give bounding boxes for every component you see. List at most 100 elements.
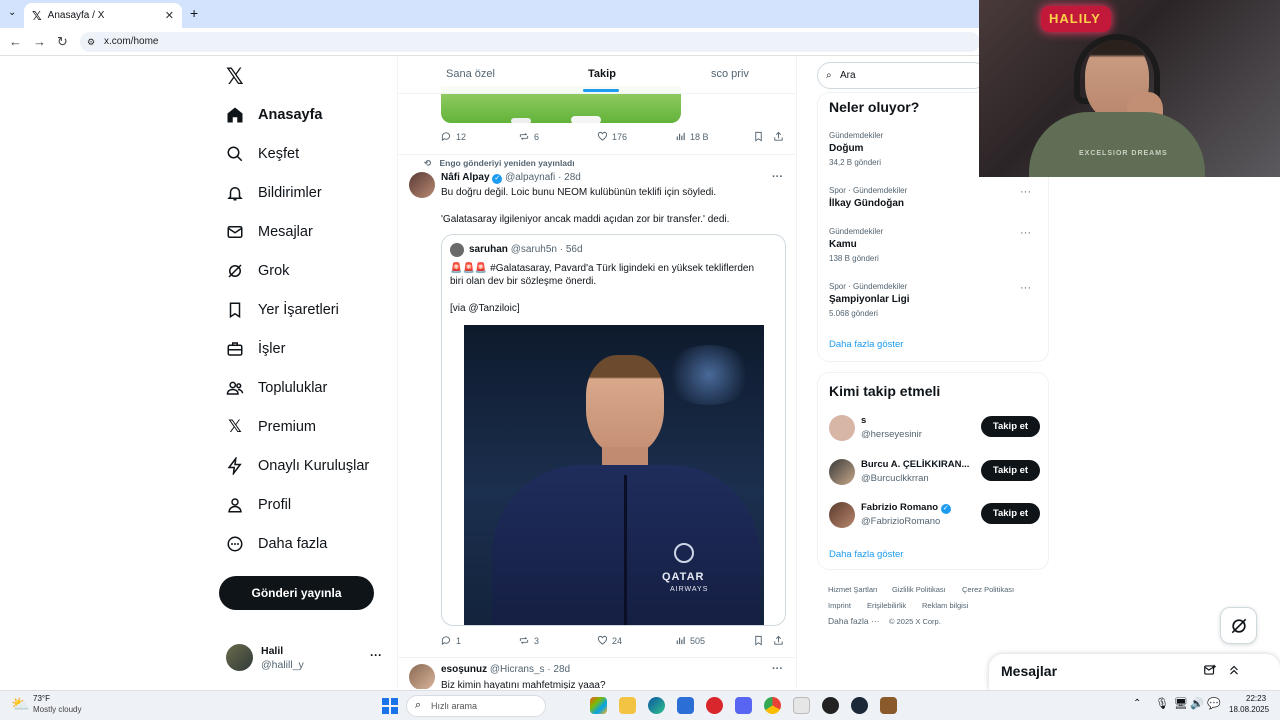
footer-link[interactable]: Imprint — [828, 601, 851, 610]
nav-item-grok[interactable]: Grok — [226, 262, 289, 280]
nav-item-notifications[interactable]: Bildirimler — [226, 184, 322, 202]
nav-item-messages[interactable]: Mesajlar — [226, 223, 313, 241]
shield-app-icon[interactable] — [793, 697, 810, 714]
follow-suggestion[interactable]: Burcu A. ÇELİKKIRAN... @Burcuclkkrran Ta… — [829, 459, 1041, 487]
browser-tab[interactable]: 𝕏 Anasayfa / X ✕ — [24, 3, 182, 28]
trend-item[interactable]: Spor · Gündemdekiler Şampiyonlar Ligi 5.… — [829, 282, 1039, 318]
views-button[interactable]: 505 — [675, 635, 705, 646]
repost-button[interactable]: 3 — [518, 635, 539, 646]
clock-time[interactable]: 22:23 — [1246, 694, 1266, 703]
search-input[interactable]: ⌕ Ara — [817, 62, 987, 89]
new-tab-icon[interactable]: + — [190, 5, 198, 21]
tab-sco-priv[interactable]: sco priv — [711, 68, 749, 80]
more-dots-icon[interactable]: ··· — [370, 648, 382, 662]
obs-icon[interactable] — [822, 697, 839, 714]
bookmark-button[interactable] — [753, 635, 764, 646]
author-handle[interactable]: @alpaynafi — [505, 172, 555, 183]
nav-item-explore[interactable]: Keşfet — [226, 145, 299, 163]
grok-floating-button[interactable] — [1220, 607, 1257, 644]
taskbar-search[interactable]: ⌕ Hızlı arama — [406, 695, 546, 717]
share-button[interactable] — [773, 635, 784, 646]
repost-note[interactable]: ⟲ Engo gönderiyi yeniden yayınladı — [424, 158, 575, 169]
microphone-icon[interactable]: 🎙 — [1155, 697, 1169, 710]
repost-button[interactable]: 6 — [518, 131, 539, 142]
nav-item-home[interactable]: Anasayfa — [226, 106, 322, 124]
follow-suggestion[interactable]: Fabrizio Romano ✓ @FabrizioRomano Takip … — [829, 502, 1041, 530]
reply-button[interactable]: 1 — [441, 635, 461, 646]
nav-item-communities[interactable]: Topluluklar — [226, 379, 327, 397]
like-button[interactable]: 176 — [597, 131, 627, 142]
footer-link[interactable]: Gizlilik Politikası — [892, 585, 946, 594]
discord-icon[interactable] — [735, 697, 752, 714]
tweet-photo[interactable]: QATAR AIRWAYS — [464, 325, 764, 625]
colorful-app-icon[interactable] — [590, 697, 607, 714]
reload-icon[interactable]: ↻ — [57, 34, 68, 50]
game-app-icon[interactable] — [880, 697, 897, 714]
trend-more-icon[interactable]: ··· — [1020, 282, 1031, 294]
tweet-more-icon[interactable]: ··· — [772, 663, 783, 675]
follow-button[interactable]: Takip et — [981, 416, 1040, 437]
nav-item-more[interactable]: Daha fazla — [226, 535, 327, 553]
views-button[interactable]: 18 B — [675, 131, 709, 142]
author-name[interactable]: Nâfi Alpay — [441, 172, 490, 183]
tweet-more-icon[interactable]: ··· — [772, 171, 783, 183]
reply-button[interactable]: 12 — [441, 131, 466, 142]
chrome-icon[interactable] — [764, 697, 781, 714]
url-field[interactable]: ⚙ x.com/home — [80, 32, 980, 52]
weather-icon[interactable]: ⛅ — [11, 695, 30, 713]
trends-show-more[interactable]: Daha fazla göster — [829, 339, 903, 350]
bookmark-button[interactable] — [753, 131, 764, 142]
nav-item-jobs[interactable]: İşler — [226, 340, 285, 358]
new-message-icon[interactable] — [1203, 663, 1217, 682]
nav-item-profile[interactable]: Profil — [226, 496, 291, 514]
tweet-time[interactable]: · 28d — [558, 172, 581, 183]
quoted-tweet[interactable]: saruhan @saruh5n · 56d 🚨🚨🚨 #Galatasaray,… — [441, 234, 786, 626]
avatar[interactable] — [409, 172, 435, 198]
trend-item[interactable]: Gündemdekiler Kamu 138 B gönderi ··· — [829, 227, 1039, 263]
like-button[interactable]: 24 — [597, 635, 622, 646]
nav-item-premium[interactable]: 𝕏 Premium — [226, 417, 316, 436]
nav-item-verified-orgs[interactable]: Onaylı Kuruluşlar — [226, 457, 369, 475]
network-icon[interactable]: 🖥 — [1174, 697, 1188, 710]
footer-link[interactable]: Erişilebilirlik — [867, 601, 906, 610]
tab-for-you[interactable]: Sana özel — [446, 68, 495, 80]
forward-icon[interactable]: → — [33, 34, 46, 49]
tweet-time[interactable]: · 28d — [547, 664, 570, 675]
author-name[interactable]: esoşunuz — [441, 664, 487, 675]
tab-following[interactable]: Takip — [588, 68, 616, 80]
messages-drawer[interactable]: Mesajlar — [989, 654, 1280, 690]
x-home-logo-icon[interactable]: 𝕏 — [226, 64, 244, 90]
trend-more-icon[interactable]: ··· — [1020, 186, 1031, 198]
footer-link[interactable]: Reklam bilgisi — [922, 601, 968, 610]
author-handle[interactable]: @Hicrans_s — [490, 664, 545, 675]
close-tab-icon[interactable]: ✕ — [165, 9, 174, 22]
post-button[interactable]: Gönderi yayınla — [219, 576, 374, 610]
account-switcher[interactable]: Halil @halill_y ··· — [226, 644, 386, 674]
site-info-icon[interactable]: ⚙ — [87, 32, 95, 52]
follow-button[interactable]: Takip et — [981, 460, 1040, 481]
volume-icon[interactable]: 🔊 — [1190, 697, 1204, 710]
footer-link[interactable]: Çerez Politikası — [962, 585, 1014, 594]
footer-link[interactable]: Hizmet Şartları — [828, 585, 878, 594]
clock-date[interactable]: 18.08.2025 — [1229, 705, 1269, 714]
follow-show-more[interactable]: Daha fazla göster — [829, 549, 903, 560]
windows-start-icon[interactable] — [382, 698, 398, 714]
media-player-icon[interactable] — [706, 697, 723, 714]
nav-item-bookmarks[interactable]: Yer İşaretleri — [226, 301, 339, 319]
footer-link[interactable]: Daha fazla ··· — [828, 616, 880, 626]
file-explorer-icon[interactable] — [619, 697, 636, 714]
edge-icon[interactable] — [648, 697, 665, 714]
store-icon[interactable] — [677, 697, 694, 714]
avatar[interactable] — [409, 664, 435, 689]
back-icon[interactable]: ← — [9, 34, 22, 49]
share-button[interactable] — [773, 131, 784, 142]
follow-suggestion[interactable]: s @herseyesinir Takip et — [829, 415, 1041, 443]
trend-more-icon[interactable]: ··· — [1020, 227, 1031, 239]
steam-icon[interactable] — [851, 697, 868, 714]
expand-drawer-icon[interactable] — [1227, 663, 1241, 682]
tray-overflow-icon[interactable]: ⌃ — [1133, 698, 1141, 709]
tab-list-chevron-icon[interactable]: ⌄ — [8, 7, 16, 18]
notification-icon[interactable]: 💬 — [1207, 697, 1221, 710]
trend-item[interactable]: Spor · Gündemdekiler İlkay Gündoğan ··· — [829, 186, 1039, 209]
follow-button[interactable]: Takip et — [981, 503, 1040, 524]
